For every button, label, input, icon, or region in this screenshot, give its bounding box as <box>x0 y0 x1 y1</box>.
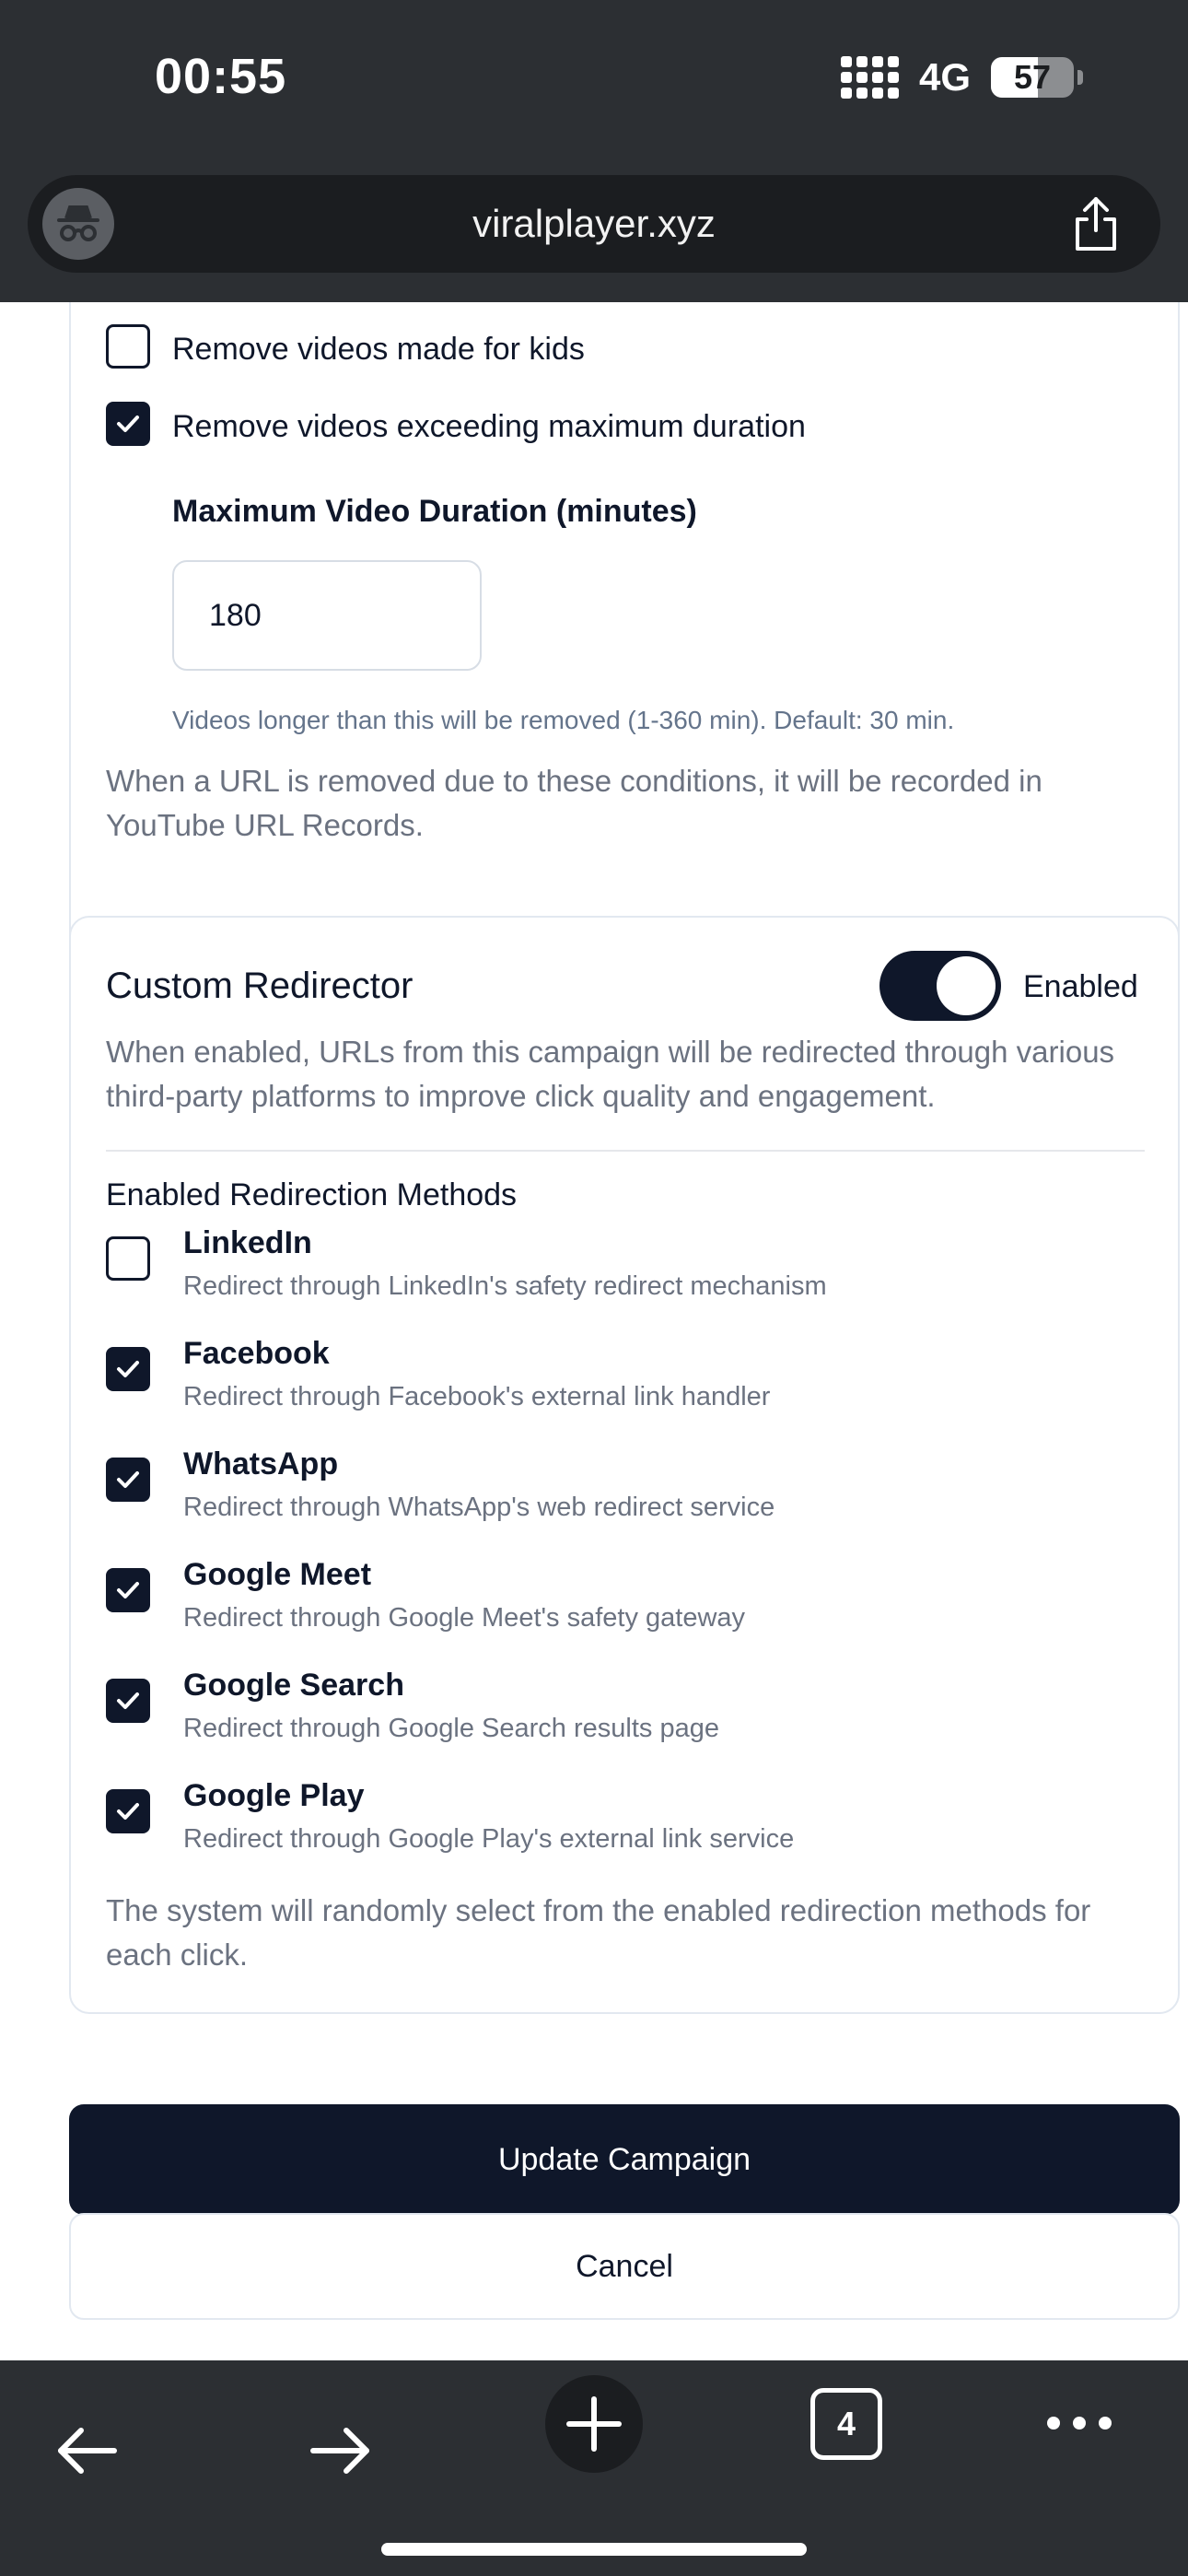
redirector-description: When enabled, URLs from this campaign wi… <box>106 1035 1115 1113</box>
status-time: 00:55 <box>155 49 287 104</box>
incognito-icon[interactable] <box>42 188 114 260</box>
page-content[interactable]: Remove videos made for kids Remove video… <box>0 302 1188 2360</box>
max-duration-label: Maximum Video Duration (minutes) <box>172 494 697 529</box>
plus-icon[interactable] <box>545 2375 643 2473</box>
method-checkbox-google-play[interactable] <box>106 1789 150 1833</box>
tabs-icon[interactable]: 4 <box>810 2388 882 2460</box>
method-title-linkedin: LinkedIn <box>183 1225 312 1260</box>
method-title-facebook: Facebook <box>183 1336 330 1371</box>
redirector-footer-note: The system will randomly select from the… <box>106 1893 1091 1972</box>
battery-level: 57 <box>1013 58 1052 96</box>
divider <box>106 1150 1145 1152</box>
method-title-google-search: Google Search <box>183 1668 404 1703</box>
max-duration-hint: Videos longer than this will be removed … <box>172 706 955 734</box>
tab-count: 4 <box>836 2405 856 2442</box>
method-title-google-play: Google Play <box>183 1778 365 1813</box>
method-checkbox-facebook[interactable] <box>106 1347 150 1391</box>
redirector-toggle-label: Enabled <box>1023 969 1138 1004</box>
method-desc-whatsapp: Redirect through WhatsApp's web redirect… <box>183 1493 775 1522</box>
method-checkbox-google-meet[interactable] <box>106 1568 150 1612</box>
redirector-toggle[interactable] <box>879 951 1001 1021</box>
method-desc-linkedin: Redirect through LinkedIn's safety redir… <box>183 1271 827 1301</box>
method-title-google-meet: Google Meet <box>183 1557 372 1592</box>
methods-title: Enabled Redirection Methods <box>106 1177 518 1212</box>
custom-redirector-card: Custom Redirector Enabled When enabled, … <box>69 916 1180 2014</box>
network-type: 4G <box>918 55 971 99</box>
method-desc-google-meet: Redirect through Google Meet's safety ga… <box>183 1603 746 1633</box>
method-checkbox-whatsapp[interactable] <box>106 1458 150 1502</box>
method-title-whatsapp: WhatsApp <box>183 1446 339 1481</box>
arrow-right-icon[interactable] <box>304 2414 378 2488</box>
home-indicator <box>381 2543 807 2556</box>
battery-icon: 57 <box>991 57 1074 98</box>
method-desc-google-search: Redirect through Google Search results p… <box>183 1714 719 1743</box>
url-text[interactable]: viralplayer.xyz <box>472 202 716 246</box>
max-duration-input[interactable]: 180 <box>172 560 482 671</box>
status-indicators: 4G 57 <box>840 55 1083 100</box>
arrow-left-icon[interactable] <box>50 2414 123 2488</box>
remove-long-videos-label: Remove videos exceeding maximum duration <box>172 409 806 444</box>
signal-icon <box>840 56 899 99</box>
method-desc-google-play: Redirect through Google Play's external … <box>183 1824 795 1854</box>
method-checkbox-google-search[interactable] <box>106 1679 150 1723</box>
method-checkbox-linkedin[interactable] <box>106 1236 150 1281</box>
address-bar[interactable]: viralplayer.xyz <box>28 175 1160 273</box>
cancel-button[interactable]: Cancel <box>69 2213 1180 2320</box>
browser-bottom-toolbar: 4 <box>0 2360 1188 2576</box>
remove-long-videos-checkbox[interactable] <box>106 402 150 446</box>
share-icon[interactable] <box>1068 195 1124 252</box>
remove-kids-checkbox[interactable] <box>106 324 150 369</box>
toggle-knob <box>937 956 996 1015</box>
removal-note: When a URL is removed due to these condi… <box>106 764 1042 842</box>
method-desc-facebook: Redirect through Facebook's external lin… <box>183 1382 771 1411</box>
browser-top-chrome: 00:55 4G 57 viralplayer.xyz <box>0 0 1188 302</box>
remove-kids-label: Remove videos made for kids <box>172 332 585 367</box>
redirector-title: Custom Redirector <box>106 966 413 1006</box>
battery-tip <box>1077 70 1083 85</box>
update-campaign-button[interactable]: Update Campaign <box>69 2104 1180 2215</box>
more-icon[interactable] <box>1042 2405 1116 2441</box>
